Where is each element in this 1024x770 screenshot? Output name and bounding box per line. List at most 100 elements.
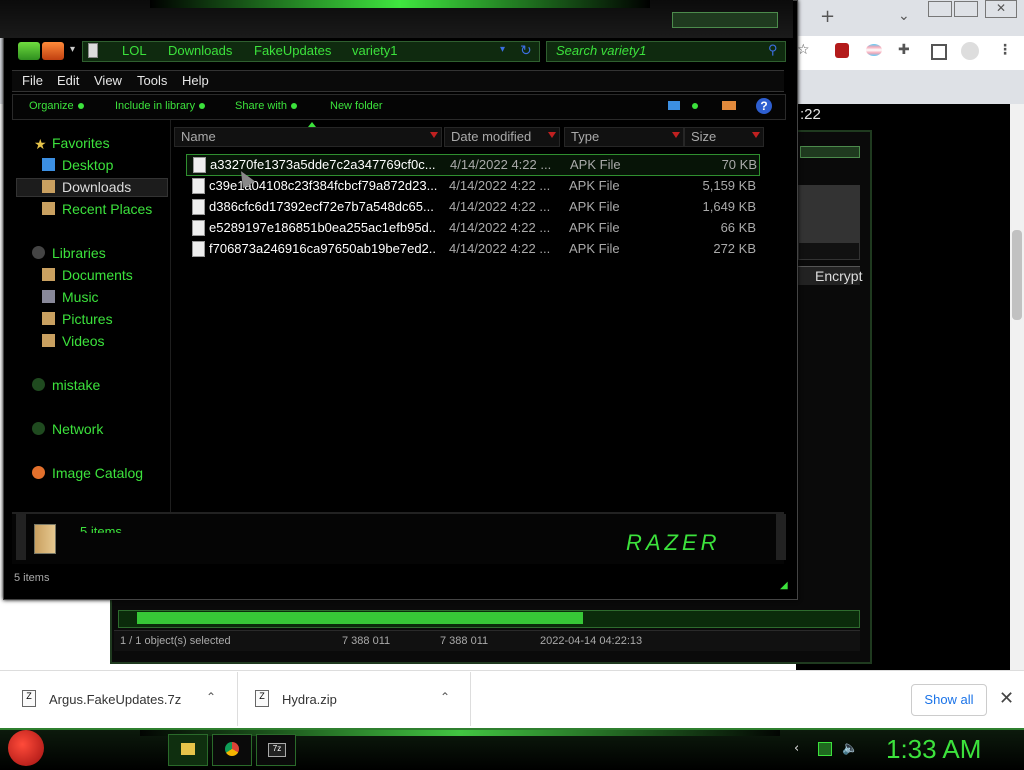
column-type-label: Type (571, 129, 600, 144)
file-date: 4/14/2022 4:22 ... (449, 220, 551, 235)
nav-downloads[interactable]: Downloads (62, 179, 131, 195)
close-window-icon[interactable]: ✕ (985, 0, 1017, 18)
share-with-button[interactable]: Share with (235, 100, 297, 112)
breadcrumb-lol[interactable]: LOL (122, 43, 147, 58)
forward-button[interactable] (42, 42, 64, 60)
column-size-filter-icon[interactable] (752, 132, 760, 138)
tab-search-icon[interactable]: ⌄ (898, 8, 910, 24)
address-dropdown-icon[interactable]: ▾ (500, 44, 505, 55)
download-item-hydra[interactable]: Hydra.zip (282, 692, 337, 707)
column-name[interactable]: Name (174, 127, 442, 147)
ublock-extension-icon[interactable] (835, 43, 849, 58)
nav-pictures[interactable]: Pictures (62, 311, 113, 327)
nav-videos[interactable]: Videos (62, 333, 105, 349)
help-icon[interactable]: ? (756, 98, 772, 114)
music-icon (42, 290, 55, 303)
bg-window-buttons[interactable] (800, 146, 860, 158)
chrome-scroll-thumb[interactable] (1012, 230, 1022, 320)
close-downloads-icon[interactable]: ✕ (999, 688, 1014, 709)
file-date: 4/14/2022 4:22 ... (450, 157, 552, 172)
archive-file-icon: Z (22, 690, 36, 707)
folder-icon (181, 743, 195, 755)
nav-image-catalog[interactable]: Image Catalog (52, 465, 143, 481)
file-size: 66 KB (720, 220, 756, 235)
menu-view[interactable]: View (94, 73, 122, 88)
bg-column-encrypt: Encrypt (815, 268, 863, 284)
nav-recent-places[interactable]: Recent Places (62, 201, 152, 217)
side-panel-icon[interactable] (931, 44, 947, 60)
menu-help[interactable]: Help (182, 73, 209, 88)
organize-label: Organize (29, 100, 74, 112)
status-item-count: 5 items (14, 572, 50, 584)
explorer-window-buttons[interactable] (672, 12, 778, 28)
column-type[interactable]: Type (564, 127, 684, 147)
nav-documents[interactable]: Documents (62, 267, 133, 283)
table-row[interactable]: a33270fe1373a5dde7c2a347769cf0c... 4/14/… (186, 154, 760, 176)
download-options-chevron-icon[interactable]: ⌃ (206, 690, 216, 704)
tray-arrow-icon[interactable]: ‹ (794, 741, 799, 756)
column-size-label: Size (691, 129, 717, 144)
recent-pages-dropdown-icon[interactable]: ▾ (70, 44, 75, 55)
chrome-scrollbar[interactable] (1010, 104, 1024, 670)
taskbar-explorer-button[interactable] (168, 734, 208, 766)
file-type: APK File (569, 220, 620, 235)
table-row[interactable]: c39e1a04108c23f384fcbcf79a872d23.... 4/1… (186, 176, 758, 196)
nav-libraries[interactable]: Libraries (52, 245, 106, 261)
nav-favorites[interactable]: Favorites (52, 135, 110, 151)
taskbar-chrome-button[interactable] (212, 734, 252, 766)
breadcrumb-variety1[interactable]: variety1 (352, 43, 398, 58)
minimize-button[interactable] (928, 1, 952, 17)
preview-pane-icon[interactable] (722, 101, 736, 110)
bookmark-star-icon[interactable]: ☆ (797, 42, 810, 58)
new-folder-button[interactable]: New folder (330, 100, 383, 112)
table-row[interactable]: d386cfc6d17392ecf72e7b7a548dc65... 4/14/… (186, 197, 758, 217)
table-row[interactable]: f706873a246916ca97650ab19be7ed2... 4/14/… (186, 239, 758, 259)
share-dropdown-icon (290, 103, 297, 110)
table-row[interactable]: e5289197e186851b0ea255ac1efb95d... 4/14/… (186, 218, 758, 238)
tray-network-icon[interactable] (818, 742, 832, 756)
include-dropdown-icon (199, 103, 206, 110)
extension-icon[interactable] (866, 44, 882, 56)
column-name-filter-icon[interactable] (430, 132, 438, 138)
breadcrumb-downloads[interactable]: Downloads (168, 43, 232, 58)
column-date-modified[interactable]: Date modified (444, 127, 560, 147)
menu-tools[interactable]: Tools (137, 73, 167, 88)
taskbar-clock[interactable]: 1:33 AM (886, 734, 981, 765)
menu-file[interactable]: File (22, 73, 43, 88)
bg-dropdown[interactable] (798, 242, 860, 260)
view-options-icon[interactable] (668, 101, 680, 110)
nav-desktop[interactable]: Desktop (62, 157, 113, 173)
nav-network[interactable]: Network (52, 421, 103, 437)
resize-grip-icon[interactable]: ◢ (780, 580, 788, 591)
file-icon (192, 199, 205, 215)
file-type: APK File (569, 178, 620, 193)
breadcrumb-fakeupdates[interactable]: FakeUpdates (254, 43, 331, 58)
download-item-argus[interactable]: Argus.FakeUpdates.7z (49, 692, 181, 707)
puzzle-extensions-icon[interactable]: ✚ (898, 42, 910, 58)
more-menu-icon[interactable]: ⋮ (998, 42, 1012, 58)
start-button-bird-icon[interactable] (8, 730, 44, 766)
column-date-filter-icon[interactable] (548, 132, 556, 138)
nav-music[interactable]: Music (62, 289, 99, 305)
show-all-button[interactable]: Show all (911, 684, 987, 716)
menu-edit[interactable]: Edit (57, 73, 79, 88)
new-tab-icon[interactable]: + (820, 6, 835, 27)
back-button[interactable] (18, 42, 40, 60)
file-type: APK File (569, 241, 620, 256)
column-type-filter-icon[interactable] (672, 132, 680, 138)
view-dropdown-icon[interactable] (692, 103, 698, 109)
include-in-library-button[interactable]: Include in library (115, 100, 206, 112)
restore-button[interactable] (954, 1, 978, 17)
taskbar-7zip-button[interactable]: 7z (256, 734, 296, 766)
refresh-icon[interactable]: ↻ (520, 42, 532, 59)
search-icon[interactable]: ⚲ (768, 42, 778, 58)
column-size[interactable]: Size (684, 127, 764, 147)
include-label: Include in library (115, 100, 196, 112)
organize-button[interactable]: Organize (29, 100, 84, 112)
profile-avatar-icon[interactable] (961, 42, 979, 60)
tray-volume-icon[interactable]: 🔈 (842, 741, 858, 756)
zip-file-icon: Z (255, 690, 269, 707)
nav-mistake[interactable]: mistake (52, 377, 100, 393)
download-options-chevron-icon[interactable]: ⌃ (440, 690, 450, 704)
title-glow (150, 0, 650, 8)
